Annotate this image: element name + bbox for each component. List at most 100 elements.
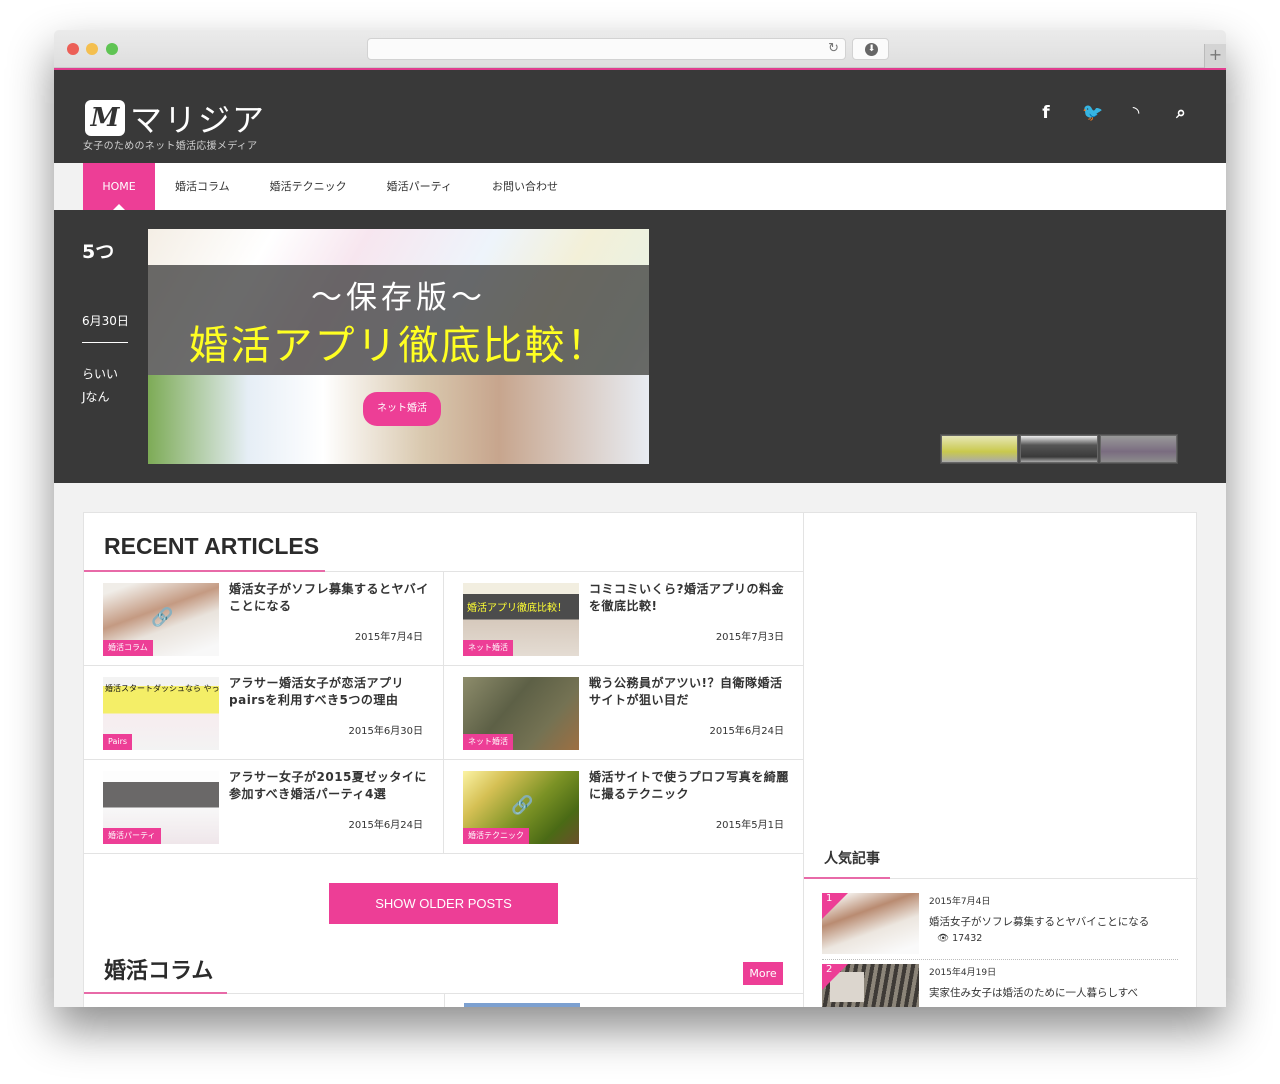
article-title[interactable]: 戦う公務員がアツい!？自衛隊婚活サイトが狙い目だ [589,675,789,709]
slide-subtitle: 〜保存版〜 [311,280,486,316]
article-card[interactable]: 🔗 婚活テクニック 婚活サイトで使うプロフ写真を綺麗に撮るテクニック 2015年… [444,760,804,854]
address-bar[interactable]: ↻ [367,38,846,60]
link-icon: 🔗 [511,795,534,816]
prev-slide-divider [82,342,128,343]
close-window-button[interactable] [67,43,79,55]
category-tag[interactable]: 婚活コラム [103,640,153,656]
thumbnail-caption: 婚活アプリ徹底比較！ [467,603,567,614]
slider-thumbnail[interactable] [1020,435,1098,463]
thumbnail-caption: 婚活スタートダッシュなら やっぱ恋活アプリでしょ！ [105,684,219,693]
article-title[interactable]: 婚活サイトで使うプロフ写真を綺麗に撮るテクニック [589,769,789,803]
article-thumbnail[interactable]: 婚活スタートダッシュなら やっぱ恋活アプリでしょ！ Pairs [103,677,219,750]
popular-article-title[interactable]: 婚活女子がソフレ募集するとヤバイことになる [929,914,1149,929]
content-area: RECENT ARTICLES 🔗 婚活コラム 婚活女子がソフレ募集するとヤバイ… [83,512,1198,1007]
article-thumbnail[interactable]: 婚活アプリ徹底比較！ ネット婚活 [463,583,579,656]
category-tag[interactable]: ネット婚活 [463,734,513,750]
article-date: 2015年5月1日 [715,820,784,831]
featured-slider: 5つ 6月30日 らいい Jなん 〜保存版〜 婚活アプリ徹底比較！ ネット婚活 [54,210,1226,483]
view-count: 👁 17432 [937,933,982,944]
prev-slide-excerpt-line: らいい [82,367,119,381]
section-divider-accent [84,992,227,994]
browser-window: ↻ ⬇ + M マリジア 女子のためのネット婚活応援メディア f 🐦 ◝ ⌕ H… [54,30,1226,1007]
browser-toolbar: ↻ ⬇ + [54,30,1226,68]
nav-item-home[interactable]: HOME [83,163,155,210]
downloads-button[interactable]: ⬇ [852,38,889,60]
article-title[interactable]: コミコミいくら?婚活アプリの料金を徹底比較! [589,581,789,615]
new-tab-button[interactable]: + [1204,44,1226,68]
site-logo[interactable]: M マリジア [85,95,266,141]
article-date: 2015年7月4日 [354,632,423,643]
section-divider-accent [804,877,890,879]
category-tag[interactable]: 婚活パーティ [103,828,161,844]
article-card[interactable]: 婚活アプリ徹底比較！ ネット婚活 コミコミいくら?婚活アプリの料金を徹底比較! … [444,572,804,666]
logo-text: マリジア [130,101,267,139]
article-title[interactable]: 婚活女子がソフレ募集するとヤバイことになる [229,581,429,615]
popular-article-title[interactable]: 実家住み女子は婚活のために一人暮らしすべ [929,985,1138,1000]
sidebar: 人気記事 1 2015年7月4日 婚活女子がソフレ募集するとヤバイことになる 👁… [804,513,1198,1007]
popular-articles-heading: 人気記事 [824,851,880,867]
popular-article-thumbnail[interactable]: 2 [822,964,919,1007]
prev-slide-excerpt: らいい Jなん [82,363,118,409]
logo-mark-icon: M [85,100,125,136]
article-date: 2015年6月24日 [348,820,423,831]
article-card[interactable]: ネット婚活 戦う公務員がアツい!？自衛隊婚活サイトが狙い目だ 2015年6月24… [444,666,804,760]
site-tagline: 女子のためのネット婚活応援メディア [83,141,258,152]
category-section-heading: 婚活コラム [104,959,214,984]
popular-article-thumbnail[interactable]: 1 [822,893,919,954]
recent-articles-grid: 🔗 婚活コラム 婚活女子がソフレ募集するとヤバイことになる 2015年7月4日 … [84,572,804,854]
nav-item-technique[interactable]: 婚活テクニック [250,163,367,210]
more-button[interactable]: More [743,962,783,985]
site-header: M マリジア 女子のためのネット婚活応援メディア f 🐦 ◝ ⌕ [54,70,1226,163]
article-date: 2015年7月3日 [715,632,784,643]
show-older-posts-button[interactable]: SHOW OLDER POSTS [329,883,558,924]
download-icon: ⬇ [865,43,878,56]
category-tag[interactable]: 婚活テクニック [463,828,529,844]
prev-slide-date: 6月30日 [82,314,129,328]
search-icon[interactable]: ⌕ [1172,103,1190,123]
article-title[interactable]: アラサー女子が2015夏ゼッタイに参加すべき婚活パーティ4選 [229,769,429,803]
reload-icon[interactable]: ↻ [828,41,839,56]
slide-category-badge[interactable]: ネット婚活 [363,392,441,426]
rss-icon[interactable]: ◝ [1127,103,1145,123]
article-thumbnail[interactable]: ネット婚活 [463,677,579,750]
rank-number: 1 [826,893,833,904]
nav-item-party[interactable]: 婚活パーティ [367,163,472,210]
article-date: 2015年6月30日 [348,726,423,737]
main-column: RECENT ARTICLES 🔗 婚活コラム 婚活女子がソフレ募集するとヤバイ… [84,513,804,1007]
recent-articles-heading: RECENT ARTICLES [104,533,320,559]
category-tag[interactable]: Pairs [103,734,133,750]
link-icon: 🔗 [151,607,174,628]
facebook-icon[interactable]: f [1037,103,1055,123]
rank-number: 2 [826,964,833,975]
popular-article-item[interactable]: 1 2015年7月4日 婚活女子がソフレ募集するとヤバイことになる 👁 1743… [822,893,1178,964]
article-date: 2015年6月24日 [709,726,784,737]
zoom-window-button[interactable] [106,43,118,55]
list-divider [822,959,1178,960]
article-card[interactable]: 婚活パーティ アラサー女子が2015夏ゼッタイに参加すべき婚活パーティ4選 20… [84,760,444,854]
article-title[interactable]: アラサー婚活女子が恋活アプリpairsを利用すべき5つの理由 [229,675,429,709]
eye-icon: 👁 [937,933,950,944]
slider-thumbnail[interactable] [941,435,1019,463]
nav-item-contact[interactable]: お問い合わせ [472,163,578,210]
category-tag[interactable]: ネット婚活 [463,640,513,656]
article-thumbnail[interactable]: 🔗 婚活コラム [103,583,219,656]
article-thumbnail[interactable]: 🔗 婚活テクニック [463,771,579,844]
prev-slide-title[interactable]: 5つ [82,237,114,264]
article-thumbnail[interactable] [464,1003,580,1007]
featured-slide-image[interactable]: 〜保存版〜 婚活アプリ徹底比較！ ネット婚活 [148,229,649,464]
nav-item-column[interactable]: 婚活コラム [155,163,250,210]
slider-thumbnails [940,434,1178,464]
twitter-icon[interactable]: 🐦 [1082,103,1103,123]
article-thumbnail[interactable]: 婚活パーティ [103,771,219,844]
prev-slide-excerpt-line: Jなん [82,390,110,404]
article-card[interactable]: 婚活スタートダッシュなら やっぱ恋活アプリでしょ！ Pairs アラサー婚活女子… [84,666,444,760]
article-card[interactable]: 🔗 婚活コラム 婚活女子がソフレ募集するとヤバイことになる 2015年7月4日 [84,572,444,666]
slider-thumbnail[interactable] [1099,435,1177,463]
popular-article-date: 2015年7月4日 [929,897,991,907]
main-nav: HOME 婚活コラム 婚活テクニック 婚活パーティ お問い合わせ [83,163,1226,210]
minimize-window-button[interactable] [86,43,98,55]
column-divider [444,994,445,1007]
social-links: f 🐦 ◝ ⌕ [1037,103,1190,123]
view-count-value: 17432 [952,933,983,944]
popular-article-item[interactable]: 2 2015年4月19日 実家住み女子は婚活のために一人暮らしすべ [822,964,1178,1007]
